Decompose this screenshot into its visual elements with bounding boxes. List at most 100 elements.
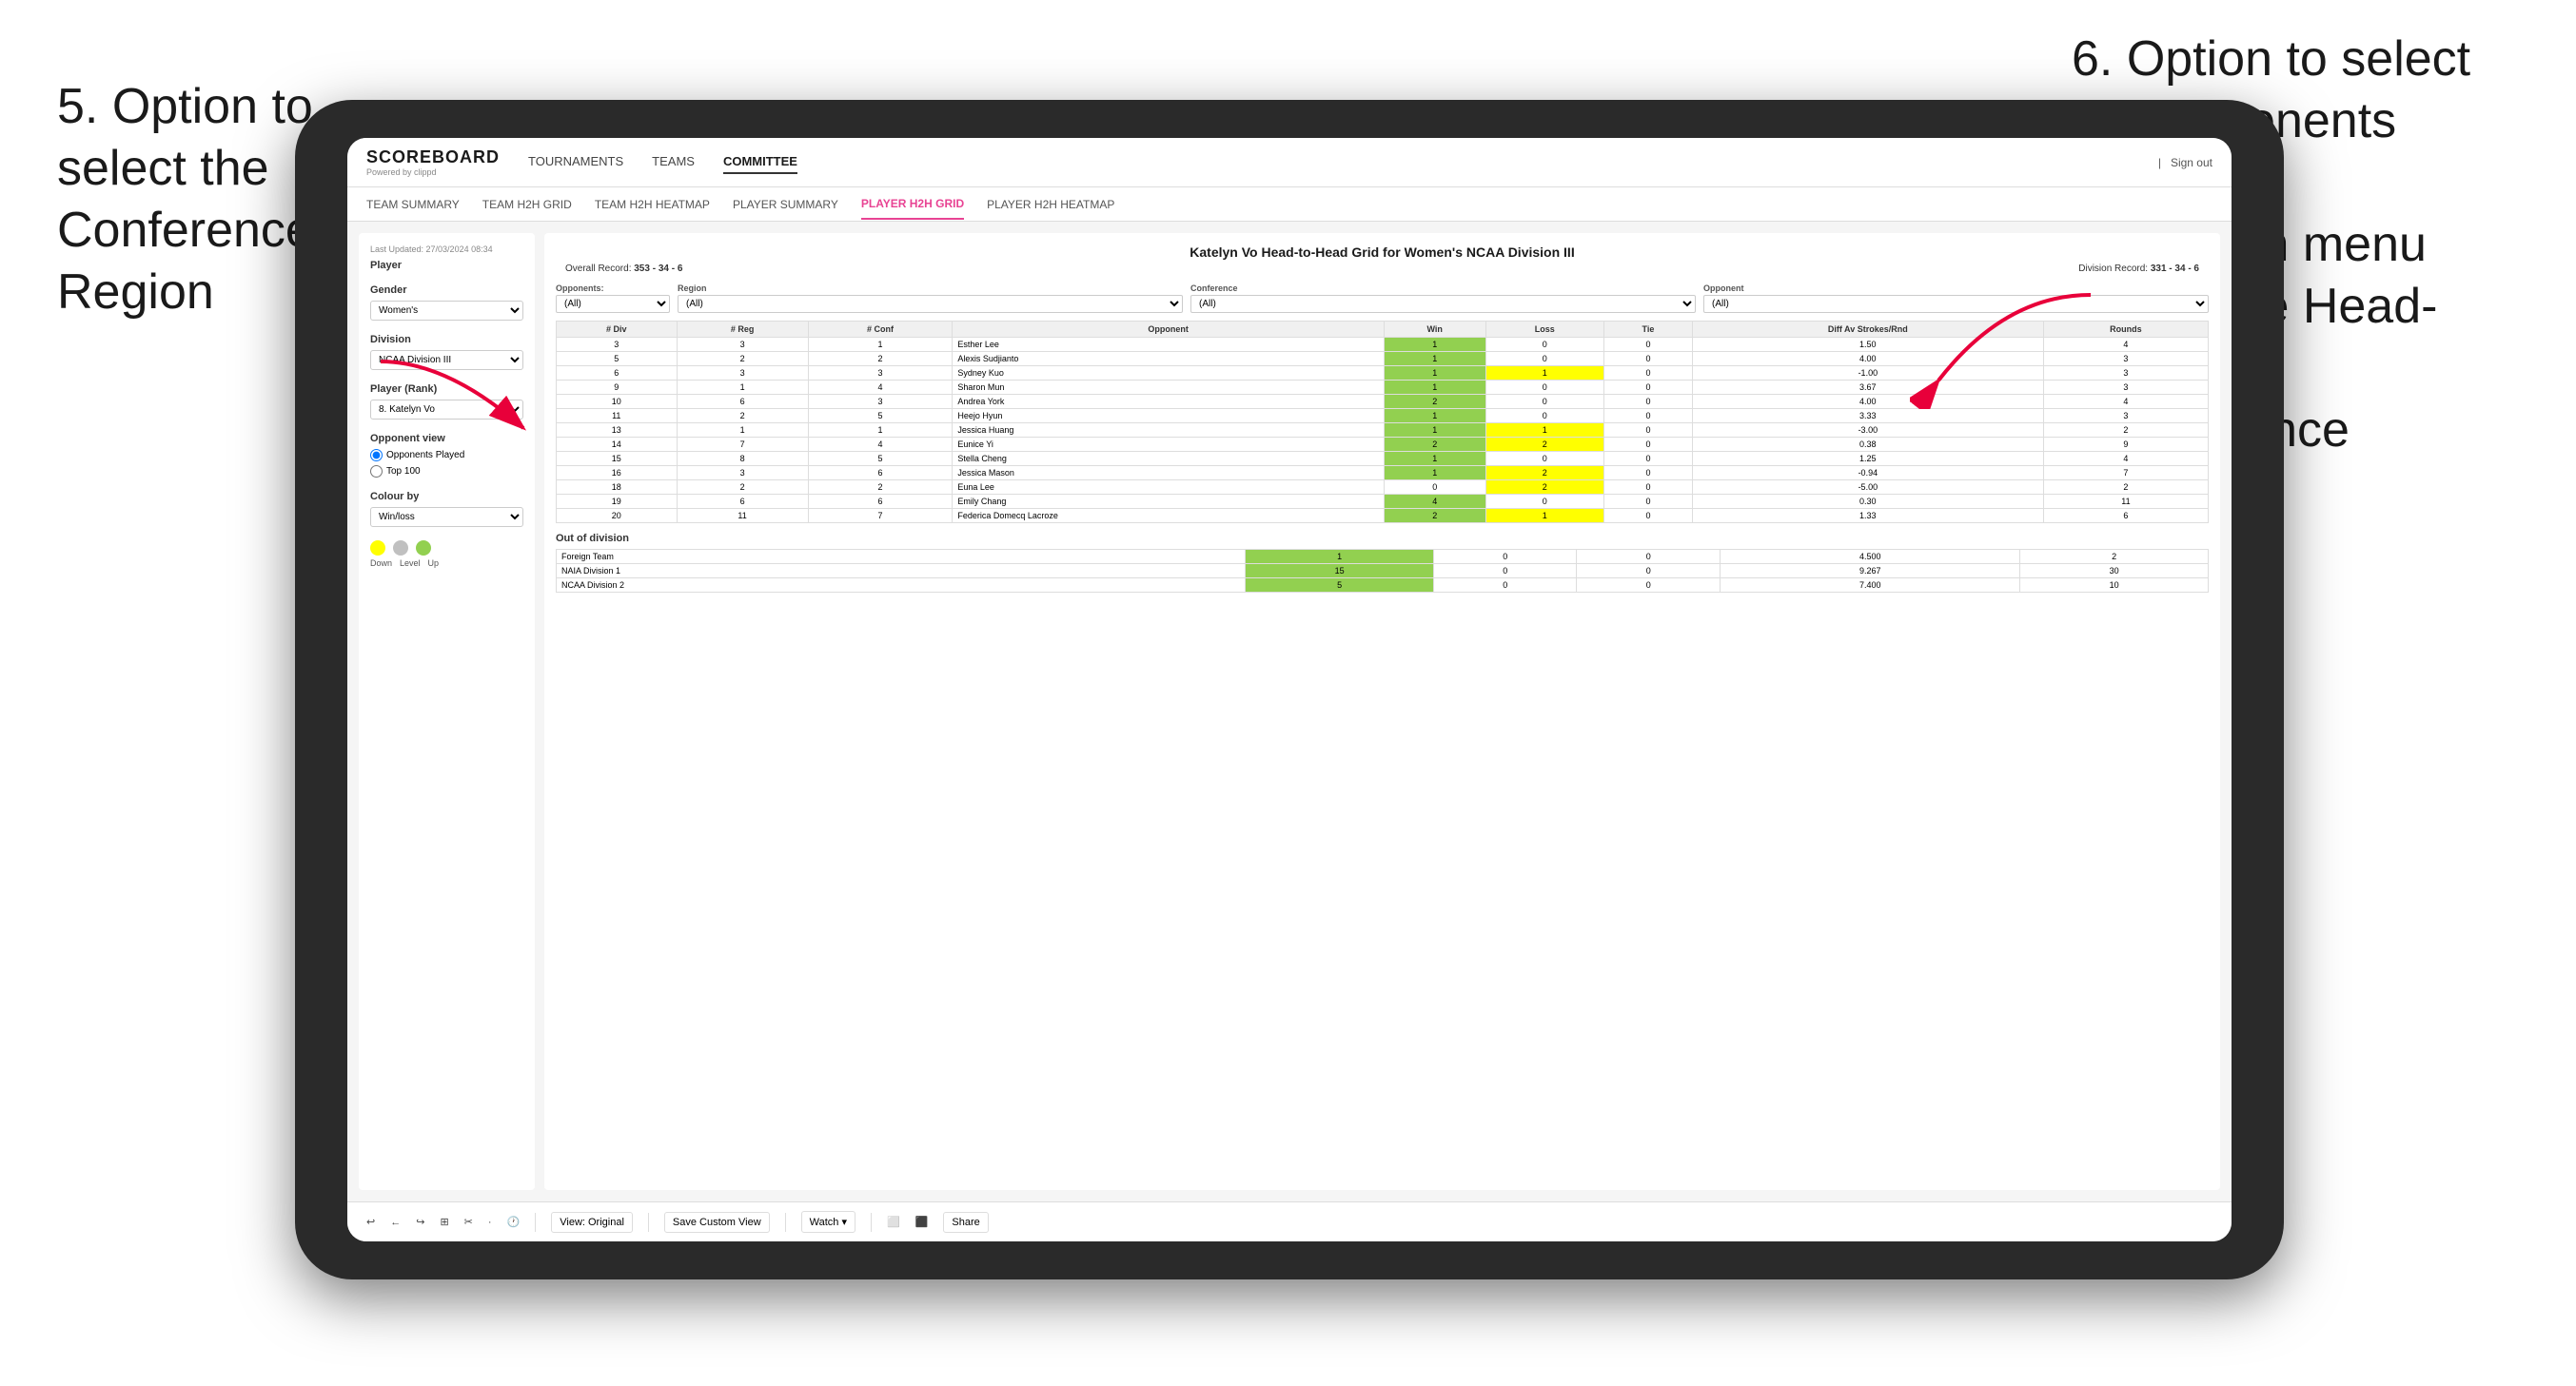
cell-conf: 7 xyxy=(808,509,953,523)
out-cell-diff: 7.400 xyxy=(1721,578,2020,593)
sidebar-colour-by-section: Colour by Win/loss xyxy=(370,491,523,527)
sub-nav-team-h2h-heatmap[interactable]: TEAM H2H HEATMAP xyxy=(595,190,710,219)
cell-reg: 8 xyxy=(677,452,808,466)
out-cell-rounds: 30 xyxy=(2020,564,2209,578)
col-conf: # Conf xyxy=(808,322,953,338)
cell-name: Heejo Hyun xyxy=(953,409,1384,423)
out-cell-loss: 0 xyxy=(1433,564,1577,578)
overall-record-label: Overall Record: xyxy=(565,264,631,274)
nav-teams[interactable]: TEAMS xyxy=(652,150,695,174)
toolbar-frame[interactable]: ⬜ xyxy=(887,1216,900,1228)
filter-region-select[interactable]: (All) xyxy=(678,295,1183,313)
cell-diff: 1.33 xyxy=(1692,509,2043,523)
sub-nav-team-h2h-grid[interactable]: TEAM H2H GRID xyxy=(482,190,572,219)
cell-tie: 0 xyxy=(1604,452,1693,466)
cell-div: 20 xyxy=(557,509,678,523)
toolbar-back[interactable]: ← xyxy=(390,1217,401,1228)
annotation-left-text: 5. Option to xyxy=(57,79,313,134)
cell-name: Jessica Mason xyxy=(953,466,1384,480)
table-row: 20 11 7 Federica Domecq Lacroze 2 1 0 1.… xyxy=(557,509,2209,523)
nav-committee[interactable]: COMMITTEE xyxy=(723,150,797,174)
toolbar-grid[interactable]: ⊞ xyxy=(440,1216,448,1228)
view-original-btn[interactable]: View: Original xyxy=(551,1212,633,1233)
out-cell-loss: 0 xyxy=(1433,578,1577,593)
cell-loss: 2 xyxy=(1485,438,1604,452)
cell-conf: 5 xyxy=(808,452,953,466)
toolbar-undo[interactable]: ↩ xyxy=(366,1216,375,1228)
bottom-toolbar: ↩ ← ↪ ⊞ ✂ · 🕐 View: Original Save Custom… xyxy=(347,1201,2232,1241)
sub-nav-player-summary[interactable]: PLAYER SUMMARY xyxy=(733,190,838,219)
cell-reg: 3 xyxy=(677,366,808,381)
cell-diff: -3.00 xyxy=(1692,423,2043,438)
sidebar-player-section: Player xyxy=(370,260,523,271)
sub-nav-player-h2h-grid[interactable]: PLAYER H2H GRID xyxy=(861,189,964,220)
cell-loss: 0 xyxy=(1485,352,1604,366)
cell-loss: 0 xyxy=(1485,395,1604,409)
division-record: Division Record: 331 - 34 - 6 xyxy=(2078,264,2199,274)
cell-win: 1 xyxy=(1384,338,1485,352)
out-table-body: Foreign Team 1 0 0 4.500 2 NAIA Division… xyxy=(557,550,2209,593)
sub-nav-team-summary[interactable]: TEAM SUMMARY xyxy=(366,190,460,219)
cell-rounds: 9 xyxy=(2043,438,2208,452)
watch-btn[interactable]: Watch ▾ xyxy=(801,1211,855,1233)
cell-rounds: 2 xyxy=(2043,423,2208,438)
cell-tie: 0 xyxy=(1604,395,1693,409)
out-table-row: NAIA Division 1 15 0 0 9.267 30 xyxy=(557,564,2209,578)
sign-out-link[interactable]: Sign out xyxy=(2171,156,2212,169)
filter-region-col: Region (All) xyxy=(678,283,1183,313)
overall-record-value: 353 - 34 - 6 xyxy=(634,264,682,274)
table-row: 19 6 6 Emily Chang 4 0 0 0.30 11 xyxy=(557,495,2209,509)
toolbar-cut[interactable]: ✂ xyxy=(464,1216,473,1228)
save-custom-view-btn[interactable]: Save Custom View xyxy=(664,1212,770,1233)
out-table-row: NCAA Division 2 5 0 0 7.400 10 xyxy=(557,578,2209,593)
cell-win: 2 xyxy=(1384,509,1485,523)
cell-div: 11 xyxy=(557,409,678,423)
cell-diff: -0.94 xyxy=(1692,466,2043,480)
tablet-device: SCOREBOARD Powered by clippd TOURNAMENTS… xyxy=(295,100,2284,1279)
col-loss: Loss xyxy=(1485,322,1604,338)
cell-div: 5 xyxy=(557,352,678,366)
cell-rounds: 4 xyxy=(2043,452,2208,466)
sidebar-gender-section: Gender Women's xyxy=(370,284,523,321)
sidebar-colour-by-label: Colour by xyxy=(370,491,523,502)
colour-by-select[interactable]: Win/loss xyxy=(370,507,523,527)
filter-opponents-select[interactable]: (All) xyxy=(556,295,670,313)
cell-conf: 2 xyxy=(808,352,953,366)
top100-label: Top 100 xyxy=(386,466,421,477)
cell-tie: 0 xyxy=(1604,381,1693,395)
top100-option[interactable]: Top 100 xyxy=(370,465,523,478)
cell-win: 1 xyxy=(1384,381,1485,395)
toolbar-clock[interactable]: 🕐 xyxy=(507,1216,521,1228)
arrow-right xyxy=(1910,285,2100,409)
toolbar-fill[interactable]: ⬛ xyxy=(915,1216,929,1228)
cell-name: Alexis Sudjianto xyxy=(953,352,1384,366)
out-cell-win: 15 xyxy=(1246,564,1434,578)
top100-radio[interactable] xyxy=(370,465,383,478)
share-btn[interactable]: Share xyxy=(943,1212,988,1233)
table-row: 15 8 5 Stella Cheng 1 0 0 1.25 4 xyxy=(557,452,2209,466)
cell-div: 3 xyxy=(557,338,678,352)
gender-select[interactable]: Women's xyxy=(370,301,523,321)
color-down xyxy=(370,540,385,556)
color-legend xyxy=(370,540,523,556)
cell-reg: 6 xyxy=(677,495,808,509)
cell-conf: 6 xyxy=(808,466,953,480)
sub-nav-player-h2h-heatmap[interactable]: PLAYER H2H HEATMAP xyxy=(987,190,1114,219)
cell-win: 4 xyxy=(1384,495,1485,509)
out-cell-rounds: 2 xyxy=(2020,550,2209,564)
cell-tie: 0 xyxy=(1604,409,1693,423)
sidebar-division-label: Division xyxy=(370,334,523,345)
arrow-left xyxy=(371,352,542,466)
out-cell-tie: 0 xyxy=(1577,564,1721,578)
toolbar-redo[interactable]: ↪ xyxy=(416,1216,424,1228)
division-record-value: 331 - 34 - 6 xyxy=(2151,264,2199,274)
cell-rounds: 7 xyxy=(2043,466,2208,480)
cell-tie: 0 xyxy=(1604,480,1693,495)
out-cell-win: 5 xyxy=(1246,578,1434,593)
out-cell-diff: 9.267 xyxy=(1721,564,2020,578)
nav-tournaments[interactable]: TOURNAMENTS xyxy=(528,150,623,174)
filter-conference-select[interactable]: (All) xyxy=(1190,295,1696,313)
cell-loss: 0 xyxy=(1485,381,1604,395)
out-cell-rounds: 10 xyxy=(2020,578,2209,593)
cell-loss: 0 xyxy=(1485,338,1604,352)
